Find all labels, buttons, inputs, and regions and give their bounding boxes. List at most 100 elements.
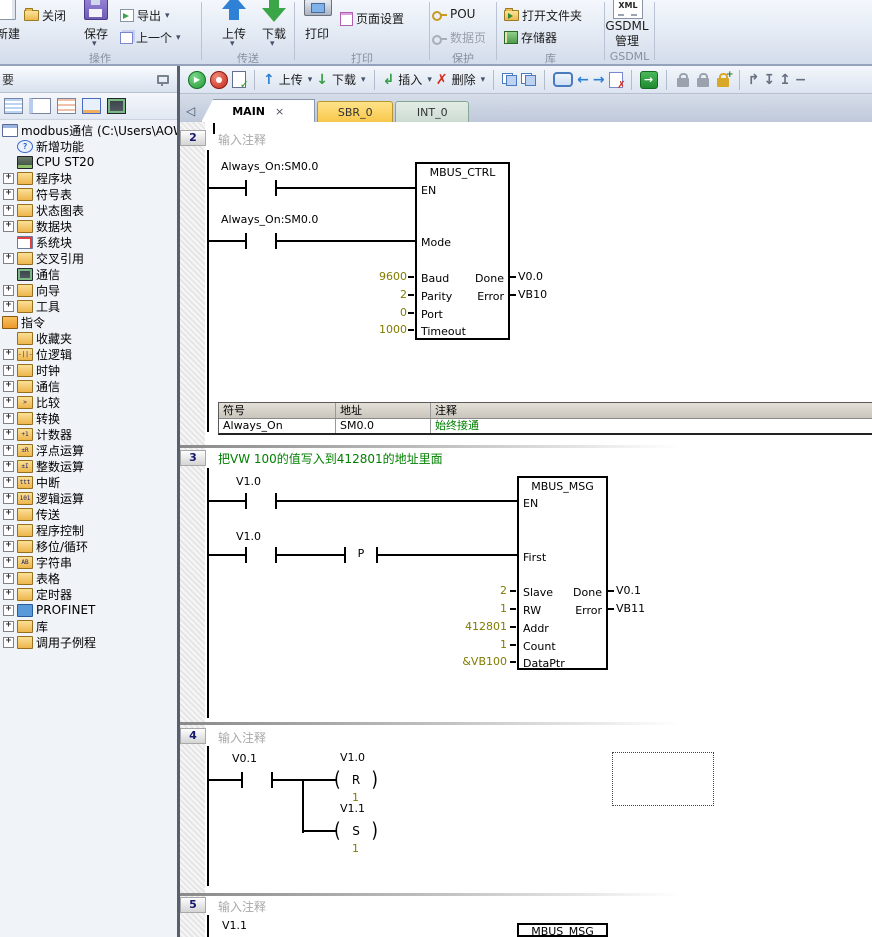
toolbar-download-label[interactable]: 下载: [332, 71, 356, 88]
tree-item[interactable]: 通信: [0, 266, 177, 282]
tree-item[interactable]: 新增功能: [0, 138, 177, 154]
param-value[interactable]: 1: [400, 638, 507, 652]
output-operand[interactable]: VB10: [518, 288, 547, 302]
expand-toggle-icon[interactable]: +: [3, 253, 14, 264]
tree-item[interactable]: + 向导: [0, 282, 177, 298]
set-coil[interactable]: S: [334, 820, 378, 842]
chevron-down-icon[interactable]: ▾: [481, 75, 486, 85]
expand-toggle-icon[interactable]: +: [3, 573, 14, 584]
branch-up-icon[interactable]: ↥: [779, 73, 791, 87]
tab-sbr0[interactable]: SBR_0: [317, 101, 393, 122]
tree-item[interactable]: + 移位/循环: [0, 538, 177, 554]
expand-toggle-icon[interactable]: +: [3, 461, 14, 472]
run-button[interactable]: ▶: [188, 71, 206, 89]
open-folder-button[interactable]: 打开文件夹: [504, 7, 582, 24]
symbol-table-row[interactable]: Always_On SM0.0 始终接通: [219, 419, 872, 433]
chevron-down-icon[interactable]: ▾: [361, 75, 366, 85]
mbus-msg-block-partial[interactable]: MBUS_MSG: [517, 923, 608, 937]
tree-item[interactable]: + 逻辑运算: [0, 490, 177, 506]
stop-button[interactable]: [210, 71, 228, 89]
param-value[interactable]: 0: [340, 306, 407, 320]
tree-item[interactable]: + 中断: [0, 474, 177, 490]
expand-toggle-icon[interactable]: +: [3, 349, 14, 360]
mbus-ctrl-block[interactable]: MBUS_CTRL EN Mode Baud Parity Port Timeo…: [415, 162, 510, 340]
expand-toggle-icon[interactable]: +: [3, 541, 14, 552]
close-button[interactable]: 关闭: [24, 7, 66, 24]
expand-toggle-icon[interactable]: +: [3, 605, 14, 616]
pou-button[interactable]: POU: [432, 7, 475, 21]
toolbar-delete-label[interactable]: 删除: [452, 71, 476, 88]
clear-bookmarks-icon[interactable]: ✗: [609, 72, 623, 88]
data-page-button[interactable]: 数据页: [432, 29, 486, 46]
expand-toggle-icon[interactable]: +: [3, 413, 14, 424]
download-arrow-icon[interactable]: ↓: [316, 73, 328, 87]
network-3-number[interactable]: 3: [180, 450, 206, 466]
data-view-icon[interactable]: [82, 98, 101, 114]
toolbar-upload-label[interactable]: 上传: [279, 71, 303, 88]
status-chart-view-icon[interactable]: [57, 98, 76, 114]
upload-big-icon[interactable]: [222, 0, 246, 22]
param-value[interactable]: 1: [400, 602, 507, 616]
print-icon[interactable]: [304, 0, 332, 16]
tree-item[interactable]: + 传送: [0, 506, 177, 522]
export-button[interactable]: 导出 ▾: [120, 7, 170, 24]
gsdml-manage-button[interactable]: GSDML: [604, 19, 650, 33]
expand-toggle-icon[interactable]: +: [3, 589, 14, 600]
expand-toggle-icon[interactable]: +: [3, 173, 14, 184]
output-operand[interactable]: V0.0: [518, 270, 543, 284]
output-operand[interactable]: VB11: [616, 602, 645, 616]
tree-item[interactable]: + 调用子例程: [0, 634, 177, 650]
network-5-number[interactable]: 5: [180, 897, 206, 913]
expand-toggle-icon[interactable]: +: [3, 397, 14, 408]
comment-toggle-icon[interactable]: [553, 72, 573, 87]
contact-bar[interactable]: [245, 493, 247, 509]
expand-toggle-icon[interactable]: +: [3, 509, 14, 520]
lock-add-icon[interactable]: +: [717, 78, 729, 87]
selection-rectangle[interactable]: [612, 752, 714, 806]
gsdml-manage-button-line2[interactable]: 管理: [604, 32, 650, 49]
expand-toggle-icon[interactable]: +: [3, 429, 14, 440]
download-big-icon[interactable]: [262, 0, 286, 22]
previous-bookmark-icon[interactable]: ←: [577, 73, 589, 87]
pou-cascade-pause-icon[interactable]: [521, 73, 536, 86]
goto-button[interactable]: →: [640, 71, 658, 89]
param-value[interactable]: 412801: [400, 620, 507, 634]
expand-toggle-icon[interactable]: +: [3, 285, 14, 296]
tree-item[interactable]: + 整数运算: [0, 458, 177, 474]
expand-toggle-icon[interactable]: +: [3, 221, 14, 232]
contact-bar[interactable]: [241, 772, 243, 788]
pou-cascade-icon[interactable]: [502, 73, 517, 86]
previous-button[interactable]: 上一个 ▾: [120, 29, 181, 46]
tree-item[interactable]: 指令: [0, 314, 177, 330]
expand-toggle-icon[interactable]: +: [3, 493, 14, 504]
tree-item[interactable]: + 定时器: [0, 586, 177, 602]
tree-item[interactable]: + 浮点运算: [0, 442, 177, 458]
expand-toggle-icon[interactable]: +: [3, 381, 14, 392]
param-value[interactable]: 2: [400, 584, 507, 598]
toolbar-insert-label[interactable]: 插入: [398, 71, 422, 88]
tree-item[interactable]: + 交叉引用: [0, 250, 177, 266]
network-4-comment[interactable]: 输入注释: [218, 729, 266, 746]
expand-toggle-icon[interactable]: +: [3, 637, 14, 648]
new-button[interactable]: 新建: [0, 25, 26, 42]
unlock-icon[interactable]: [697, 78, 709, 87]
upload-dropdown[interactable]: ▾: [229, 39, 235, 49]
chevron-down-icon[interactable]: ▾: [308, 75, 313, 85]
network-2-number[interactable]: 2: [180, 130, 206, 146]
tab-int0[interactable]: INT_0: [395, 101, 469, 122]
tab-close-icon[interactable]: ×: [275, 105, 284, 118]
param-value[interactable]: 1000: [340, 323, 407, 337]
tree-item[interactable]: 收藏夹: [0, 330, 177, 346]
network-3-comment[interactable]: 把VW 100的值写入到412801的地址里面: [218, 450, 443, 467]
tree-item[interactable]: + 计数器: [0, 426, 177, 442]
print-button[interactable]: 打印: [302, 25, 332, 42]
xml-icon[interactable]: XML: [613, 0, 643, 19]
param-value[interactable]: 9600: [340, 270, 407, 284]
reset-coil[interactable]: R: [334, 769, 378, 791]
network-2-comment[interactable]: 输入注释: [218, 131, 266, 148]
expand-toggle-icon[interactable]: +: [3, 477, 14, 488]
tree-item[interactable]: + 数据块: [0, 218, 177, 234]
contact-bar[interactable]: [245, 180, 247, 196]
tree-item[interactable]: + 时钟: [0, 362, 177, 378]
tree-item[interactable]: 系统块: [0, 234, 177, 250]
